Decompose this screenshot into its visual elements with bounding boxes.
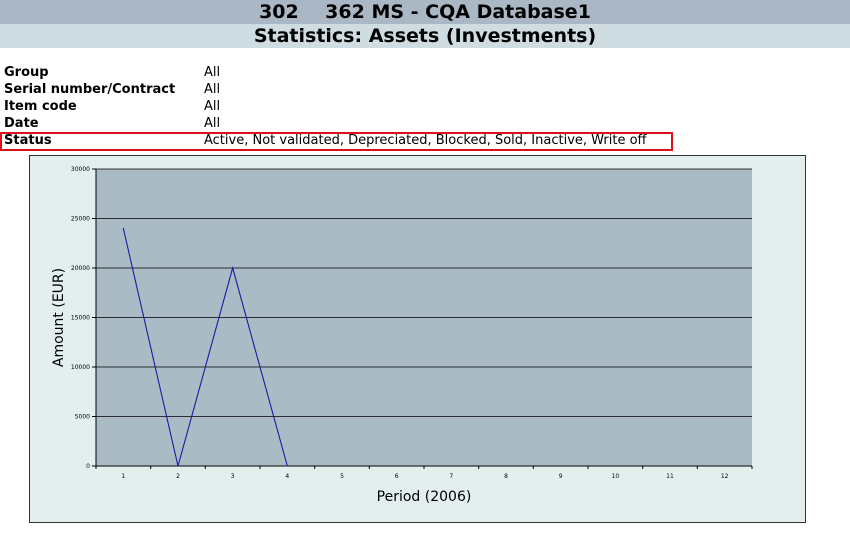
y-tick-label: 30000 [71, 166, 90, 173]
filter-value: All [204, 99, 221, 114]
x-tick-label: 9 [559, 473, 563, 480]
x-tick-labels: 1 2 3 4 5 6 7 8 9 10 11 12 [121, 473, 728, 480]
filter-label: Serial number/Contract [4, 82, 176, 97]
y-tick-label: 20000 [71, 265, 90, 272]
y-tick-labels: 0 5000 10000 15000 20000 25000 30000 [71, 166, 90, 470]
x-tick-label: 10 [612, 473, 620, 480]
filter-label: Group [4, 65, 49, 80]
data-point [122, 227, 124, 229]
report-title: 302 362 MS - CQA Database1 [0, 0, 850, 24]
filter-row-date: Date All [0, 115, 850, 132]
x-tick-label: 11 [666, 473, 674, 480]
filter-row-item-code: Item code All [0, 98, 850, 115]
x-tick-label: 12 [721, 473, 729, 480]
filter-value: All [204, 116, 221, 131]
filter-row-serial: Serial number/Contract All [0, 81, 850, 98]
x-tick-label: 8 [504, 473, 508, 480]
x-tick-label: 7 [449, 473, 453, 480]
filter-value: All [204, 82, 221, 97]
filter-label: Item code [4, 99, 77, 114]
x-tick-label: 3 [231, 473, 235, 480]
filter-label: Date [4, 116, 39, 131]
y-tick-label: 5000 [75, 414, 90, 421]
line-chart: 050001000015000200002500030000 123456789… [51, 166, 753, 505]
filter-row-group: Group All [0, 64, 850, 81]
x-tick-label: 4 [285, 473, 289, 480]
y-tick-label: 10000 [71, 364, 90, 371]
chart-container: 0 5000 10000 15000 20000 25000 30000 123456789… [29, 155, 806, 523]
data-point [177, 465, 179, 467]
x-axis-label: Period (2006) [377, 489, 472, 505]
data-point [286, 465, 288, 467]
filter-value: All [204, 65, 221, 80]
y-tick-label: 0 [86, 463, 90, 470]
y-tick-label: 15000 [71, 315, 90, 322]
x-tick-label: 6 [395, 473, 399, 480]
y-axis-label: Amount (EUR) [51, 268, 67, 367]
status-highlight-box [0, 132, 673, 151]
x-tick-label: 1 [121, 473, 125, 480]
x-tick-label: 5 [340, 473, 344, 480]
x-tick-label: 2 [176, 473, 180, 480]
report-subtitle: Statistics: Assets (Investments) [0, 24, 850, 48]
data-point [232, 267, 234, 269]
y-tick-label: 25000 [71, 216, 90, 223]
